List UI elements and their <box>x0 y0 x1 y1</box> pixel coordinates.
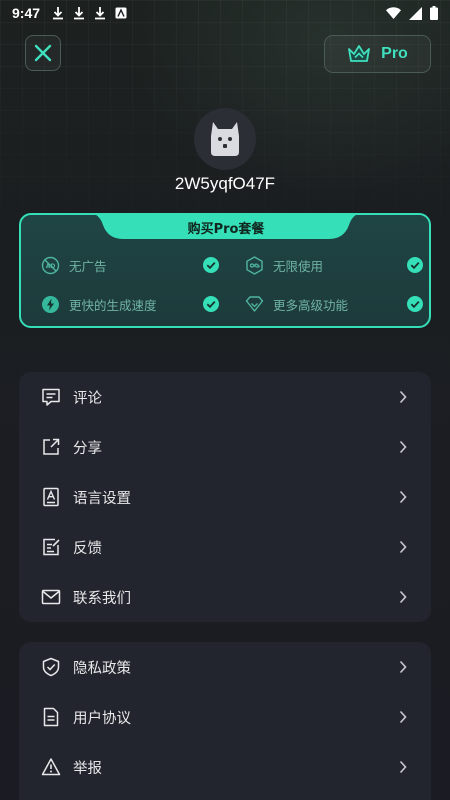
check-icon <box>407 296 423 312</box>
menu-item-contact[interactable]: 联系我们 <box>19 572 431 622</box>
language-icon <box>43 487 59 507</box>
feature-faster-speed: 更快的生成速度 <box>41 293 219 315</box>
infinity-icon <box>246 255 263 275</box>
menu-label: 举报 <box>73 760 102 777</box>
status-right-icons <box>386 6 438 20</box>
feature-no-ads: AD 无广告 <box>41 254 219 276</box>
no-ads-icon: AD <box>41 256 60 274</box>
chevron-right-icon <box>399 710 407 724</box>
menu-label: 用户协议 <box>73 710 131 727</box>
diamond-icon <box>245 295 264 312</box>
check-icon <box>203 257 219 273</box>
dog-avatar-icon <box>211 122 239 156</box>
chevron-right-icon <box>399 590 407 604</box>
download-icon <box>74 7 85 20</box>
menu-item-share[interactable]: 分享 <box>19 422 431 472</box>
pro-card-title: 购买Pro套餐 <box>187 222 265 237</box>
menu-label: 隐私政策 <box>73 660 131 677</box>
menu-item-user-agreement[interactable]: 用户协议 <box>19 692 431 742</box>
avatar[interactable] <box>194 108 256 170</box>
menu-label: 联系我们 <box>73 590 131 607</box>
feature-label: 无广告 <box>69 258 107 274</box>
menu-label: 语言设置 <box>73 490 131 507</box>
wifi-icon <box>386 7 401 19</box>
menu-label: 分享 <box>73 440 102 457</box>
feature-unlimited: 无限使用 <box>245 254 423 276</box>
pro-button-label: Pro <box>381 45 408 62</box>
feature-label: 更多高级功能 <box>273 297 349 313</box>
menu-item-language[interactable]: 语言设置 <box>19 472 431 522</box>
battery-icon <box>430 6 438 20</box>
comment-icon <box>42 388 60 406</box>
chevron-right-icon <box>399 660 407 674</box>
feedback-icon <box>43 538 60 556</box>
signal-icon <box>409 6 422 20</box>
menu-label: 评论 <box>73 390 102 407</box>
app-icon <box>115 7 127 19</box>
chevron-right-icon <box>399 440 407 454</box>
warning-icon <box>41 758 61 776</box>
close-icon <box>34 44 52 62</box>
feature-label: 更快的生成速度 <box>69 297 157 313</box>
menu-card-general: 评论 分享 语言设置 反馈 联系我们 <box>19 372 431 622</box>
close-button[interactable] <box>25 35 61 71</box>
feature-label: 无限使用 <box>273 258 324 274</box>
shield-icon <box>42 657 60 677</box>
download-icon <box>95 7 106 20</box>
menu-item-feedback[interactable]: 反馈 <box>19 522 431 572</box>
menu-item-comment[interactable]: 评论 <box>19 372 431 422</box>
pro-upgrade-card[interactable]: 购买Pro套餐 AD 无广告 无限使用 更快的生成速度 更多高级功能 <box>19 213 431 328</box>
menu-label: 反馈 <box>73 540 102 557</box>
menu-card-legal: 隐私政策 用户协议 举报 <box>19 642 431 800</box>
lightning-icon <box>42 295 59 313</box>
chevron-right-icon <box>399 490 407 504</box>
user-id: 2W5yqfO47F <box>174 174 276 193</box>
menu-item-report[interactable]: 举报 <box>19 742 431 792</box>
share-icon <box>43 438 60 455</box>
feature-advanced: 更多高级功能 <box>245 293 423 315</box>
chevron-right-icon <box>399 390 407 404</box>
document-icon <box>43 707 59 727</box>
pro-button[interactable]: Pro <box>324 35 431 73</box>
download-icon <box>53 7 64 20</box>
mail-icon <box>41 589 61 605</box>
status-time: 9:47 <box>12 5 41 21</box>
menu-item-privacy[interactable]: 隐私政策 <box>19 642 431 692</box>
check-icon <box>407 257 423 273</box>
chevron-right-icon <box>399 540 407 554</box>
check-icon <box>203 296 219 312</box>
status-bar: 9:47 <box>0 0 450 26</box>
crown-icon <box>348 45 371 62</box>
chevron-right-icon <box>399 760 407 774</box>
